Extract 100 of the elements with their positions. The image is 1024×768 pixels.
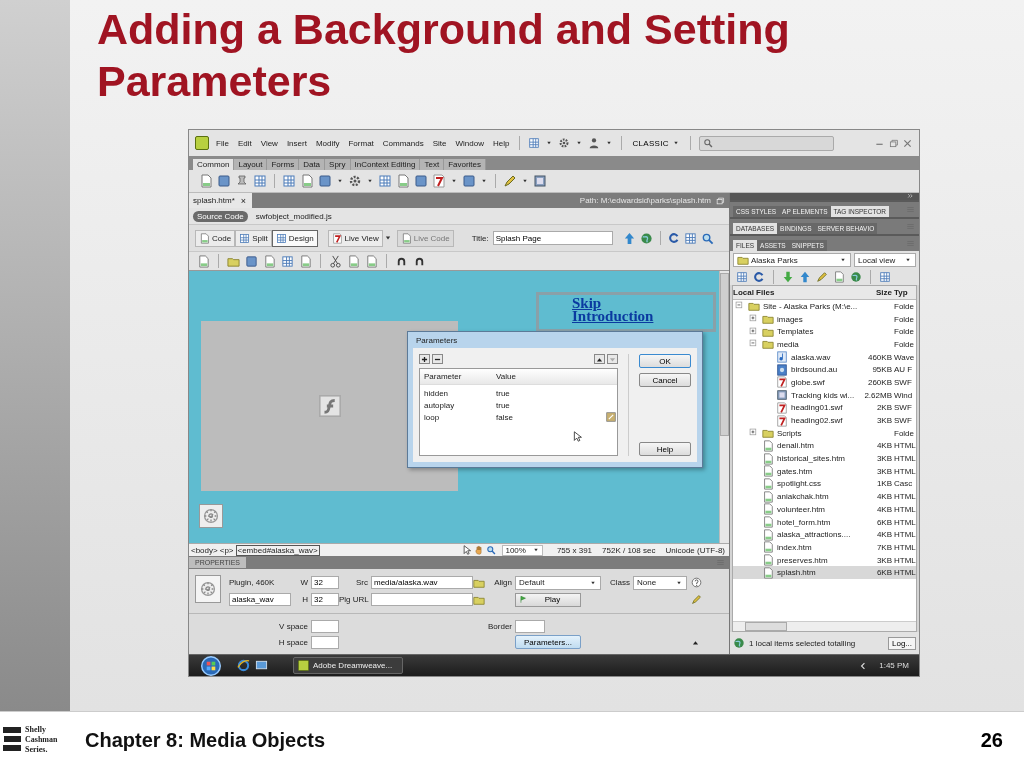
start-button[interactable] (201, 655, 221, 676)
file-row[interactable]: denali.htm 4KB HTML (733, 439, 916, 453)
tag-selector-item[interactable]: <body> (191, 545, 218, 555)
file-row[interactable]: globe.swf 260KB SWF (733, 376, 916, 389)
restore-icon[interactable] (715, 195, 725, 206)
desktop-icon[interactable] (255, 659, 268, 672)
vspace-field[interactable] (311, 619, 339, 633)
file-row[interactable]: historical_sites.htm 3KB HTML (733, 452, 916, 465)
new-page-icon[interactable] (197, 254, 210, 268)
file-row[interactable]: Scripts Folde (733, 426, 916, 440)
scrollbar[interactable] (733, 621, 916, 631)
view-button[interactable]: Live View (327, 229, 383, 247)
edit-icon[interactable] (691, 594, 702, 605)
column-header[interactable]: Parameter (424, 372, 496, 381)
parameters-button[interactable]: Parameters... (515, 635, 581, 649)
menu-item[interactable]: Format (346, 138, 376, 148)
file-row[interactable]: images Folde (733, 312, 916, 326)
move-up-button[interactable] (594, 354, 605, 364)
border-field[interactable] (515, 619, 545, 633)
view-button[interactable]: Design (271, 229, 318, 247)
collapse-icon[interactable] (907, 192, 915, 201)
taskbar-button[interactable]: Adobe Dreamweave... (293, 657, 403, 674)
file-row[interactable]: index.htm 7KB HTML (733, 541, 916, 554)
title-field[interactable]: Splash Page (492, 231, 613, 245)
file-row[interactable]: Site - Alaska Parks (M:\e... Folde (733, 300, 916, 313)
column-header[interactable]: Value (496, 372, 568, 381)
source-field[interactable]: media/alaska.wav (371, 576, 473, 589)
menu-item[interactable]: Window (453, 138, 486, 148)
width-field[interactable]: 32 (311, 576, 339, 589)
globe-icon[interactable] (639, 231, 653, 245)
file-row[interactable]: splash.htm 6KB HTML (733, 566, 916, 580)
tag-selector-item[interactable]: <p> (219, 545, 234, 555)
file-row[interactable]: Tracking kids wi... 2.62MB Wind (733, 388, 916, 402)
cut-icon[interactable] (329, 254, 342, 268)
upload-icon[interactable] (799, 271, 811, 283)
play-button[interactable]: Play (515, 592, 581, 607)
file-row[interactable]: birdsound.au 95KB AU F (733, 363, 916, 377)
file-row[interactable]: spotlight.css 1KB Casc (733, 477, 916, 491)
file-row[interactable]: volunteer.htm 4KB HTML (733, 503, 916, 516)
file-row[interactable]: gates.htm 3KB HTML (733, 464, 916, 478)
search-field[interactable] (698, 135, 834, 151)
file-row[interactable]: preserves.htm 3KB HTML (733, 553, 916, 567)
hand-icon[interactable] (474, 545, 485, 555)
zoom-select[interactable]: 100% (502, 544, 543, 556)
align-dropdown[interactable]: Default (515, 575, 601, 590)
menu-item[interactable]: Insert (284, 138, 309, 148)
tag-selector-item[interactable]: <embed#alaska_wav> (235, 544, 320, 556)
skip-link[interactable]: Skip Introduction (572, 295, 662, 323)
menu-item[interactable]: Commands (380, 138, 426, 148)
plugin-url-field[interactable] (371, 593, 473, 606)
scrollbar[interactable] (719, 271, 729, 543)
height-field[interactable]: 32 (311, 593, 339, 606)
file-row[interactable]: heading01.swf 2KB SWF (733, 401, 916, 415)
plugin-placeholder[interactable] (199, 504, 223, 528)
dialog-button[interactable]: Help (639, 442, 691, 456)
close-tab-button[interactable]: × (240, 195, 247, 206)
view-dropdown[interactable]: Local view (854, 253, 916, 267)
zoom-icon[interactable] (486, 545, 497, 555)
column-header[interactable]: Size (864, 288, 894, 297)
related-file[interactable]: swfobject_modified.js (251, 210, 336, 222)
file-row[interactable]: heading02.swf 3KB SWF (733, 414, 916, 427)
file-transfer-icon[interactable] (622, 231, 636, 245)
view-button[interactable]: Split (235, 229, 272, 247)
menu-item[interactable]: Modify (313, 138, 342, 148)
document-tab[interactable]: splash.htm* × (189, 193, 253, 208)
refresh-icon[interactable] (667, 232, 680, 244)
name-field[interactable]: alaska_wav (229, 593, 291, 606)
file-row[interactable]: Templates Folde (733, 325, 916, 339)
column-header[interactable]: Typ (894, 288, 916, 297)
document-tab-title[interactable]: splash.htm* (193, 196, 235, 205)
restore-icon[interactable] (888, 137, 899, 149)
hspace-field[interactable] (311, 635, 339, 649)
file-row[interactable]: alaska_attractions.... 4KB HTML (733, 528, 916, 542)
person-icon[interactable] (588, 137, 601, 149)
pointer-icon[interactable] (462, 545, 473, 555)
class-dropdown[interactable]: None (633, 575, 687, 590)
menu-item[interactable]: Help (490, 138, 512, 148)
add-button[interactable] (419, 354, 430, 364)
site-dropdown[interactable]: Alaska Parks (733, 253, 851, 267)
menu-item[interactable]: View (258, 138, 280, 148)
file-row[interactable]: alaska.wav 460KB Wave (733, 350, 916, 364)
menu-item[interactable]: File (214, 138, 231, 148)
table-icon[interactable] (282, 174, 296, 188)
file-row[interactable]: aniakchak.htm 4KB HTML (733, 490, 916, 503)
browser-icon[interactable] (237, 659, 250, 672)
layout-icon[interactable] (528, 137, 541, 149)
download-icon[interactable] (782, 271, 794, 283)
dialog-button[interactable]: OK (639, 354, 691, 368)
log-button[interactable]: Log... (888, 636, 916, 650)
menu-item[interactable]: Site (430, 138, 449, 148)
dialog-button[interactable]: Cancel (639, 373, 691, 387)
refresh-icon[interactable] (753, 271, 765, 283)
inspect-icon[interactable] (700, 231, 714, 245)
close-icon[interactable] (902, 137, 913, 149)
help-icon[interactable] (691, 577, 702, 588)
workspace-switcher[interactable]: CLASSIC (630, 138, 682, 148)
view-button[interactable]: Code (195, 229, 236, 247)
menu-item[interactable]: Edit (235, 138, 254, 148)
file-row[interactable]: media Folde (733, 338, 916, 351)
related-file[interactable]: Source Code (193, 210, 248, 222)
